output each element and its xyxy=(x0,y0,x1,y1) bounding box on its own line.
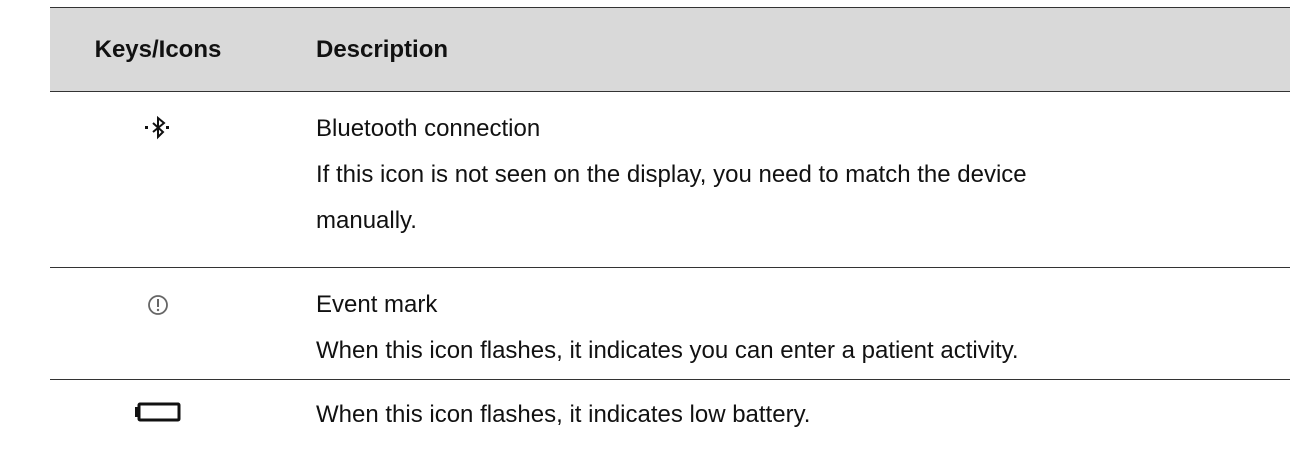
row-description: When this icon flashes, it indicates low… xyxy=(316,401,811,428)
icon-description-table: Keys/Icons Description Bluetooth connect… xyxy=(50,7,1290,438)
battery-icon xyxy=(135,402,181,422)
row-description: If this icon is not seen on the display,… xyxy=(316,161,1027,188)
table-row: Event mark When this icon flashes, it in… xyxy=(50,268,1290,380)
table-header: Keys/Icons Description xyxy=(50,7,1290,92)
row-description-continued: manually. xyxy=(316,207,417,234)
header-keys-icons: Keys/Icons xyxy=(94,35,222,63)
table-row: Bluetooth connection If this icon is not… xyxy=(50,92,1290,268)
event-mark-icon xyxy=(148,295,168,315)
table-row: When this icon flashes, it indicates low… xyxy=(50,380,1290,438)
row-title: Bluetooth connection xyxy=(316,115,541,142)
header-description: Description xyxy=(316,35,449,63)
row-title: Event mark xyxy=(316,291,438,318)
bluetooth-icon xyxy=(145,115,169,140)
row-description: When this icon flashes, it indicates you… xyxy=(316,337,1019,364)
